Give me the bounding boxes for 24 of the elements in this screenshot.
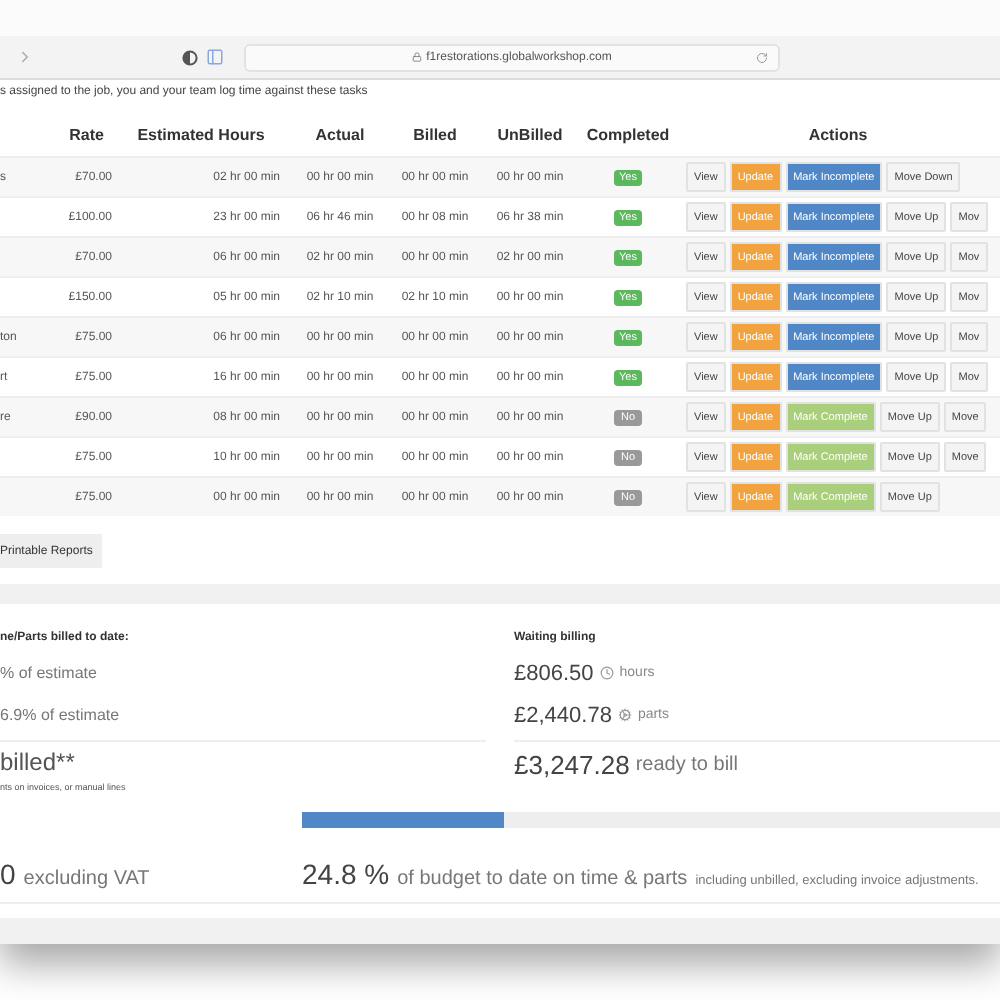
column-header: UnBilled (495, 125, 565, 143)
column-header: Billed (411, 125, 459, 143)
total-amount: £3,247.28 (514, 749, 630, 779)
column-header: Rate (67, 125, 106, 143)
estimate-text: % of estimate (0, 662, 99, 686)
column-header: Actual (313, 125, 367, 143)
estimate-text: 6.9% of estimate (0, 704, 122, 728)
budget-percent: 24.8 % (302, 858, 390, 890)
vat-label: excluding VAT (23, 868, 150, 890)
forward-icon[interactable] (16, 48, 34, 66)
billed-label: billed** (0, 746, 77, 780)
cog-icon (617, 708, 632, 722)
sidebar-icon[interactable] (206, 48, 224, 66)
column-header: Completed (584, 125, 672, 143)
column-header: Estimated Hours (135, 125, 267, 143)
column-header: Actions (806, 125, 870, 143)
billed-total: 0 (0, 858, 16, 890)
clock-icon (599, 666, 614, 680)
amount-text: £806.50 (514, 661, 594, 685)
reload-icon[interactable] (756, 51, 768, 63)
total-label: ready to bill (635, 753, 738, 775)
lock-icon (412, 52, 423, 62)
budget-label: of budget to date on time & parts (397, 868, 688, 890)
amount-text: £2,440.78 (514, 703, 612, 727)
